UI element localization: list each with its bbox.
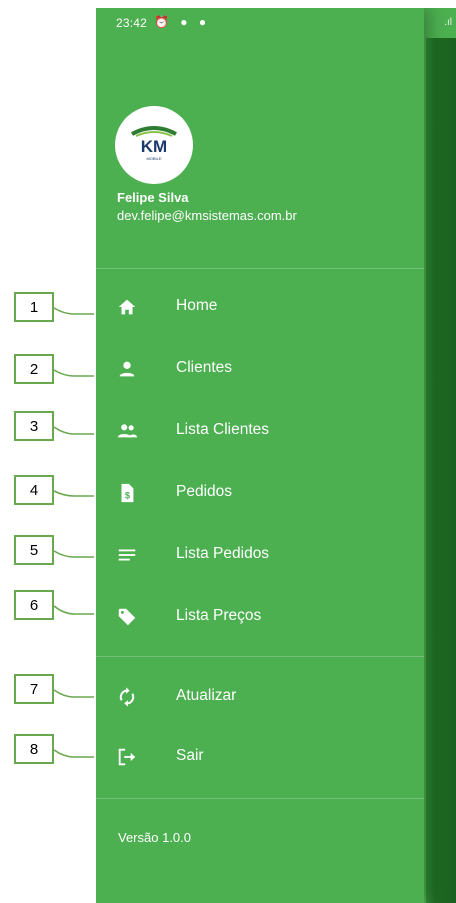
company-logo: KM MOBILE	[115, 106, 193, 184]
tag-icon	[118, 608, 136, 626]
menu-item-sair[interactable]: Sair	[96, 728, 424, 786]
status-time: 23:42	[116, 16, 148, 30]
menu-item-label: Atualizar	[176, 687, 237, 704]
callout-3: 3	[14, 411, 54, 441]
status-bar-right: .ıl	[396, 8, 456, 38]
people-icon	[117, 424, 138, 438]
status-icons: ⏰ ● ●	[154, 15, 211, 29]
drawer-scrim[interactable]	[426, 38, 456, 903]
menu-item-home[interactable]: Home	[96, 278, 424, 336]
logo-subtext: MOBILE	[146, 156, 161, 161]
person-icon	[119, 361, 135, 377]
menu-item-pedidos[interactable]: $ Pedidos	[96, 464, 424, 522]
menu-item-label: Home	[176, 297, 218, 314]
callout-5: 5	[14, 535, 54, 565]
logo-text: KM	[141, 137, 167, 156]
sync-icon	[119, 687, 135, 707]
callout-4: 4	[14, 475, 54, 505]
menu-item-lista-pedidos[interactable]: Lista Pedidos	[96, 526, 424, 584]
logout-icon	[118, 748, 136, 766]
footer-divider	[96, 798, 424, 799]
user-name: Felipe Silva	[117, 190, 189, 205]
menu-item-clientes[interactable]: Clientes	[96, 340, 424, 398]
svg-text:$: $	[125, 491, 130, 501]
invoice-icon: $	[121, 483, 134, 503]
callout-7: 7	[14, 674, 54, 704]
menu-item-lista-precos[interactable]: Lista Preços	[96, 588, 424, 646]
header-divider	[96, 268, 424, 269]
menu-item-label: Lista Pedidos	[176, 545, 270, 562]
menu-item-label: Sair	[176, 747, 204, 764]
menu-divider	[96, 656, 424, 657]
list-icon	[118, 549, 136, 561]
signal-icon: .ıl	[444, 17, 452, 28]
callout-2: 2	[14, 354, 54, 384]
navigation-drawer: 23:42 ⏰ ● ● KM MOBILE Felipe Silva dev.f…	[96, 8, 424, 903]
home-icon	[118, 299, 136, 315]
menu-item-label: Pedidos	[176, 483, 233, 500]
menu-item-atualizar[interactable]: Atualizar	[96, 668, 424, 726]
callout-1: 1	[14, 292, 54, 322]
user-email: dev.felipe@kmsistemas.com.br	[117, 208, 297, 223]
callout-6: 6	[14, 590, 54, 620]
phone-screen: 23:42 ⏰ ● ● KM MOBILE Felipe Silva dev.f…	[96, 8, 456, 903]
menu-item-lista-clientes[interactable]: Lista Clientes	[96, 402, 424, 460]
km-logo-icon: KM MOBILE	[131, 126, 177, 161]
menu-item-label: Clientes	[176, 359, 232, 376]
menu-item-label: Lista Clientes	[176, 421, 270, 438]
callout-8: 8	[14, 734, 54, 764]
menu-item-label: Lista Preços	[176, 607, 262, 624]
app-version: Versão 1.0.0	[118, 830, 191, 845]
